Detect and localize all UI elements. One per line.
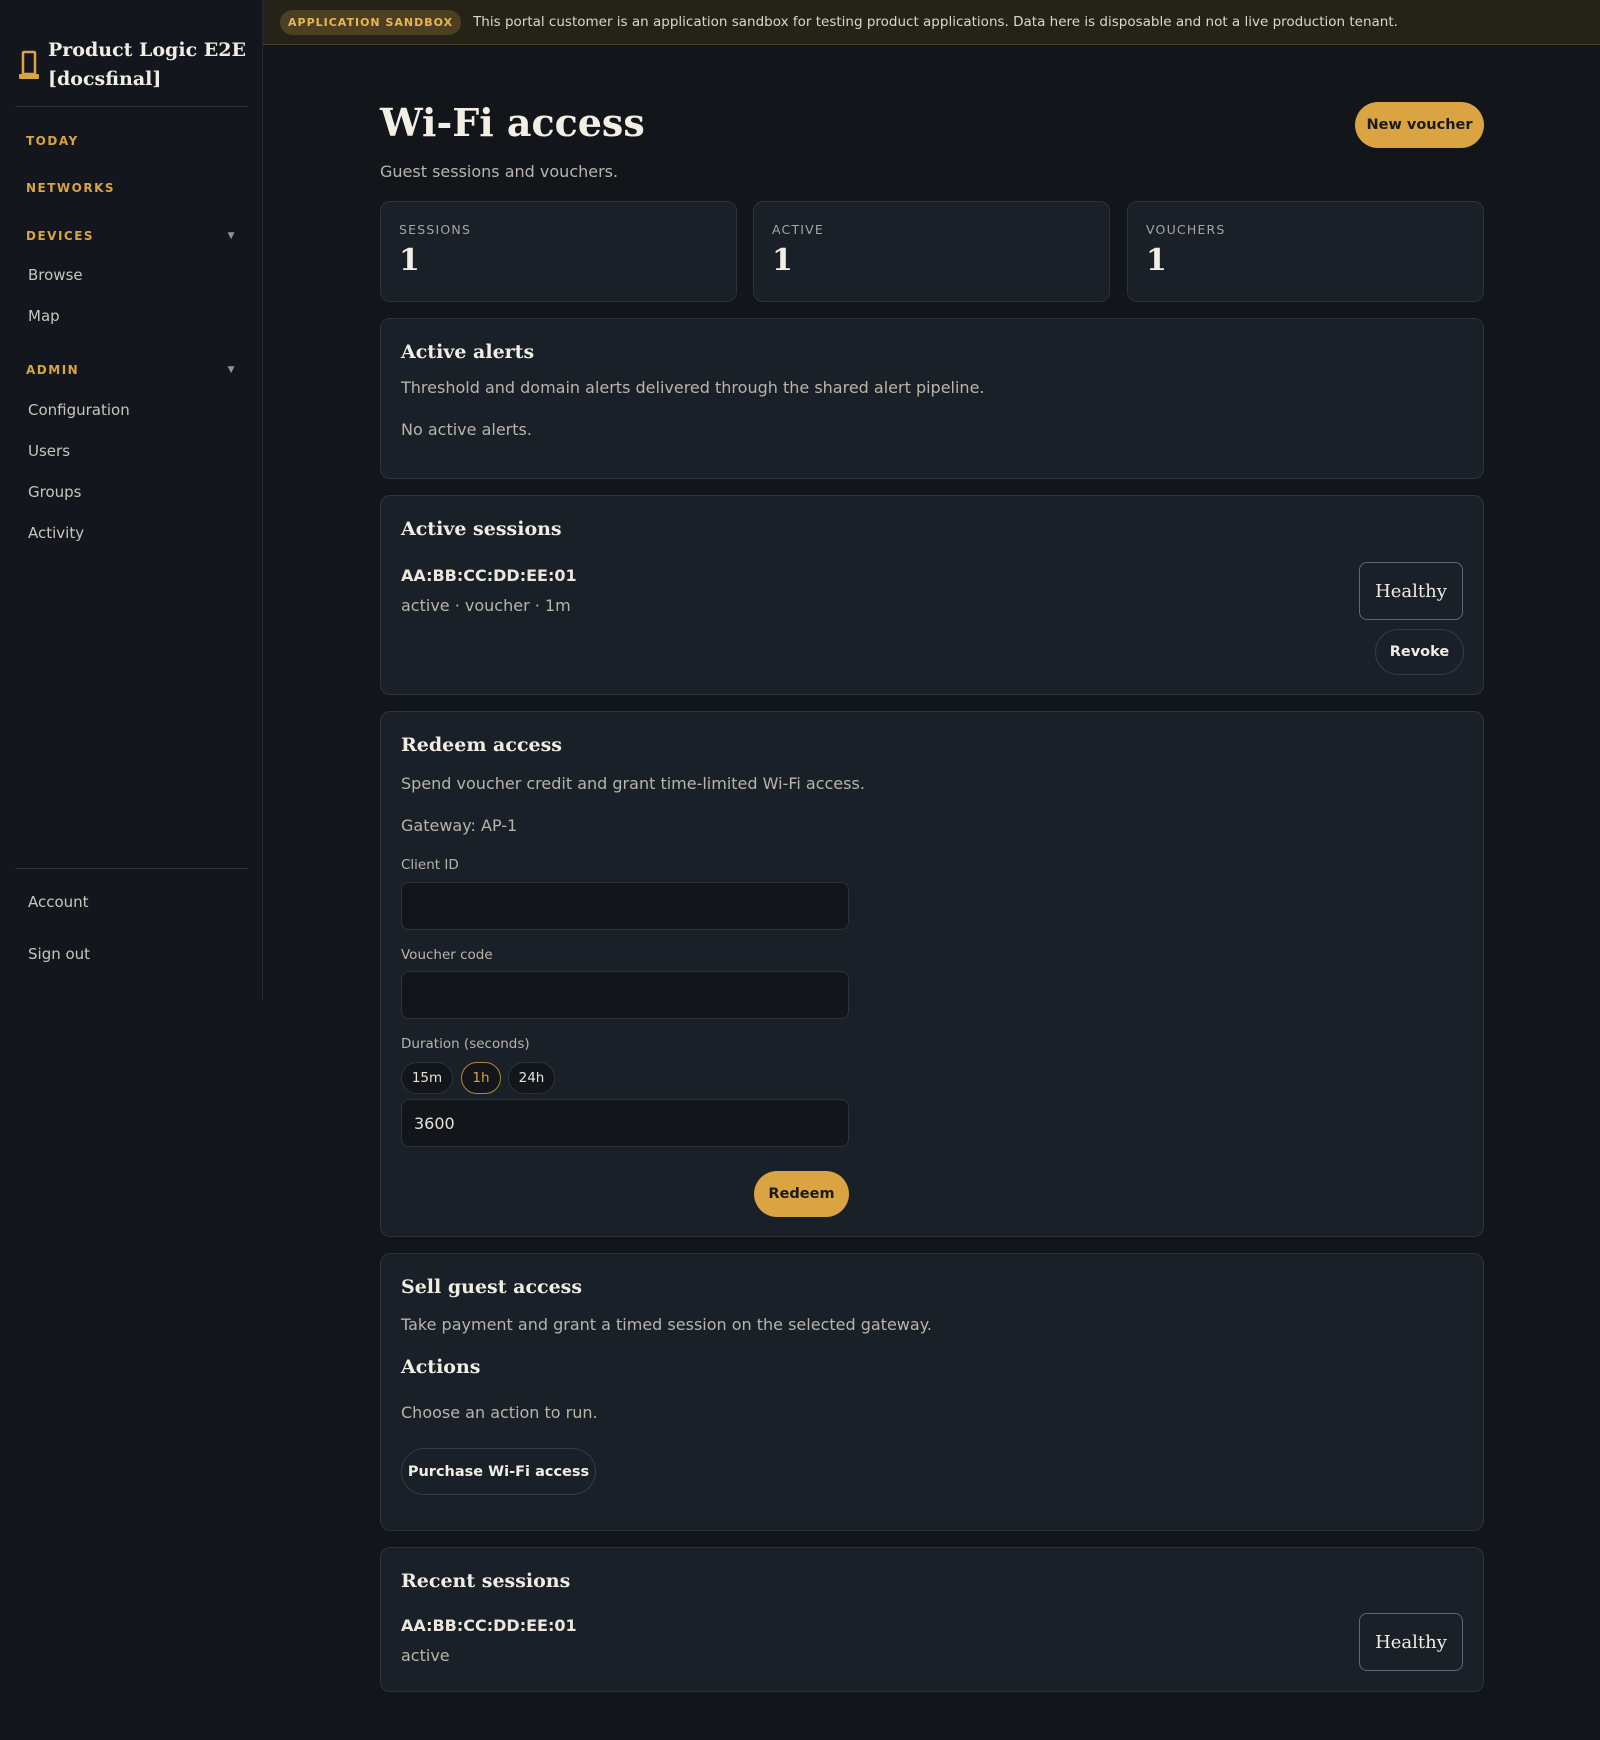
nav-admin[interactable]: ADMIN ▼ (26, 363, 236, 377)
sandbox-banner-text: This portal customer is an application s… (473, 14, 1398, 30)
redeem-button[interactable]: Redeem (754, 1171, 849, 1217)
stat-label: ACTIVE (772, 222, 825, 237)
active-alerts-empty: No active alerts. (401, 420, 532, 439)
duration-preset-15m[interactable]: 15m (401, 1062, 453, 1094)
voucher-code-input[interactable] (401, 971, 849, 1019)
actions-description: Choose an action to run. (401, 1403, 598, 1422)
revoke-button[interactable]: Revoke (1375, 629, 1464, 675)
sidebar: Product Logic E2E [docsfinal] TODAY NETW… (0, 0, 263, 1000)
sidebar-item-account[interactable]: Account (28, 893, 89, 911)
stat-value: 1 (772, 243, 793, 278)
active-alerts-description: Threshold and domain alerts delivered th… (401, 378, 985, 397)
sidebar-item-groups[interactable]: Groups (28, 483, 81, 501)
active-alerts-card: Active alerts Threshold and domain alert… (380, 318, 1484, 479)
gateway-label: Gateway: AP-1 (401, 816, 518, 835)
caret-down-icon: ▼ (227, 231, 236, 241)
actions-title: Actions (401, 1356, 481, 1378)
caret-down-icon: ▼ (227, 365, 236, 375)
brand-title: Product Logic E2E [docsfinal] (48, 39, 246, 90)
nav-today[interactable]: TODAY (26, 134, 236, 148)
active-alerts-title: Active alerts (401, 341, 535, 363)
status-badge: Healthy (1359, 562, 1463, 620)
session-client-id: AA:BB:CC:DD:EE:01 (401, 1616, 577, 1635)
voucher-code-label: Voucher code (401, 947, 493, 963)
sidebar-divider (15, 106, 248, 107)
sandbox-banner: APPLICATION SANDBOX This portal customer… (263, 0, 1600, 45)
redeem-access-description: Spend voucher credit and grant time-limi… (401, 774, 865, 793)
nav-admin-label: ADMIN (26, 363, 80, 377)
nav-today-label: TODAY (26, 134, 79, 148)
sell-guest-access-description: Take payment and grant a timed session o… (401, 1315, 932, 1334)
sidebar-item-users[interactable]: Users (28, 442, 70, 460)
sidebar-divider (15, 868, 248, 869)
stat-label: SESSIONS (399, 222, 472, 237)
status-badge: Healthy (1359, 1613, 1463, 1671)
session-meta: active (401, 1646, 450, 1665)
stat-card-active: ACTIVE 1 (753, 201, 1110, 302)
recent-sessions-title: Recent sessions (401, 1570, 571, 1592)
duration-preset-1h[interactable]: 1h (461, 1062, 501, 1094)
active-sessions-card: Active sessions AA:BB:CC:DD:EE:01 active… (380, 495, 1484, 695)
duration-label: Duration (seconds) (401, 1036, 530, 1052)
nav-devices-label: DEVICES (26, 229, 95, 243)
page-subtitle: Guest sessions and vouchers. (380, 162, 619, 181)
sidebar-item-browse[interactable]: Browse (28, 266, 83, 284)
nav-devices[interactable]: DEVICES ▼ (26, 229, 236, 243)
session-client-id: AA:BB:CC:DD:EE:01 (401, 566, 577, 585)
sell-guest-access-card: Sell guest access Take payment and grant… (380, 1253, 1484, 1531)
stat-label: VOUCHERS (1146, 222, 1226, 237)
sidebar-item-configuration[interactable]: Configuration (28, 401, 130, 419)
stat-value: 1 (399, 243, 420, 278)
sidebar-item-sign-out[interactable]: Sign out (28, 945, 90, 963)
nav-networks-label: NETWORKS (26, 181, 116, 195)
router-icon (19, 50, 39, 79)
brand[interactable]: Product Logic E2E [docsfinal] (18, 36, 248, 94)
duration-input[interactable] (401, 1099, 849, 1147)
stat-value: 1 (1146, 243, 1167, 278)
new-voucher-button[interactable]: New voucher (1355, 102, 1484, 148)
client-id-input[interactable] (401, 882, 849, 930)
sidebar-item-map[interactable]: Map (28, 307, 60, 325)
sandbox-badge: APPLICATION SANDBOX (280, 9, 462, 35)
session-meta: active · voucher · 1m (401, 596, 571, 615)
sell-guest-access-title: Sell guest access (401, 1276, 583, 1298)
redeem-access-card: Redeem access Spend voucher credit and g… (380, 711, 1484, 1237)
page-title: Wi-Fi access (380, 100, 645, 145)
stat-card-vouchers: VOUCHERS 1 (1127, 201, 1484, 302)
stat-card-sessions: SESSIONS 1 (380, 201, 737, 302)
nav-networks[interactable]: NETWORKS (26, 181, 236, 195)
redeem-access-title: Redeem access (401, 734, 562, 756)
duration-preset-24h[interactable]: 24h (508, 1062, 555, 1094)
purchase-wifi-access-button[interactable]: Purchase Wi-Fi access (401, 1448, 596, 1495)
client-id-label: Client ID (401, 857, 459, 873)
sidebar-item-activity[interactable]: Activity (28, 524, 84, 542)
active-sessions-title: Active sessions (401, 518, 562, 540)
recent-sessions-card: Recent sessions AA:BB:CC:DD:EE:01 active… (380, 1547, 1484, 1692)
